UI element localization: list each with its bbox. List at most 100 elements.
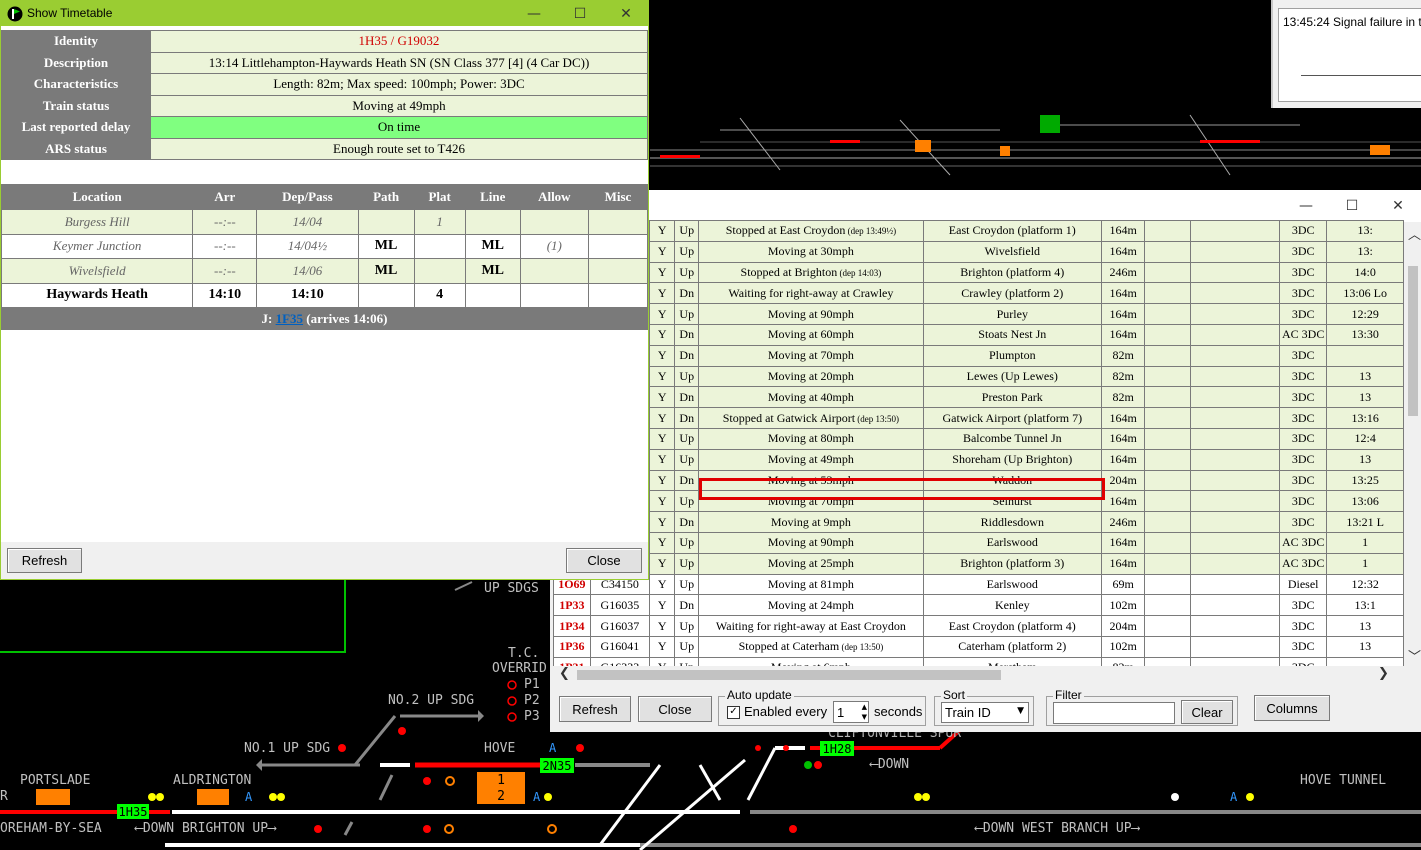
stop-path: ML [357,233,415,259]
scroll-down-arrow-icon[interactable]: ﹀ [1408,646,1421,665]
timetable-refresh-button[interactable]: Refresh [7,548,82,573]
vertical-scroll-thumb[interactable] [1408,266,1418,416]
description-row: Description 13:14 Littlehampton-Haywards… [1,51,648,74]
train-list-close-button[interactable]: ✕ [1375,190,1421,222]
train-list-refresh-button[interactable]: Refresh [559,696,631,722]
train-status-cell: Moving at 9mph [698,511,924,533]
train-uid-cell: G16037 [589,615,650,637]
table-row[interactable]: 1P33 G16035 Y Dn Moving at 24mph Kenley 102m 3D… [553,594,1404,617]
train-list-vertical-scrollbar[interactable]: ︿ ﹀ [1405,222,1421,666]
table-row[interactable]: Y Dn Moving at 40mph Preston Park 82m 3DC 13 [553,386,1404,409]
empty-cell [1190,240,1280,263]
auto-update-checkbox[interactable]: ✓ [727,706,740,719]
timetable-titlebar[interactable]: Show Timetable — ☐ ✕ [1,1,648,26]
train-list-close-button-bottom[interactable]: Close [638,696,712,722]
empty-cell [1190,386,1280,409]
columns-button[interactable]: Columns [1254,695,1330,721]
stop-misc [587,258,649,284]
table-row[interactable]: Y Dn Moving at 60mph Stoats Nest Jn 164m AC 3… [553,323,1404,346]
auto-update-legend: Auto update [725,688,794,702]
train-dir-cell: Up [674,573,700,596]
train-ars-cell: Y [648,386,676,409]
scroll-right-arrow-icon[interactable]: ❯ [1378,666,1389,681]
table-row[interactable]: Y Dn Stopped at Gatwick Airport (dep 13:50… [553,407,1404,429]
table-row[interactable]: Y Dn Moving at 9mph Riddlesdown 246m 3DC 13:21… [553,511,1404,533]
down-direction-label: ⟵DOWN [870,757,910,772]
train-ars-cell: Y [648,407,676,429]
status-text: Moving at 20mph [767,368,854,383]
empty-cell [1190,427,1280,450]
train-len-cell: 164m [1100,531,1146,554]
train-time-cell: 13:06 [1326,490,1404,513]
table-row[interactable]: Y Up Stopped at Brighton (dep 14:03) Bright… [553,261,1404,284]
timetable-close-button[interactable]: ✕ [603,1,649,26]
stop-line: ML [464,233,521,259]
table-row[interactable]: Y Up Moving at 30mph Wivelsfield 164m 3DC 13: [553,240,1404,263]
train-time-cell: 13:06 Lo [1326,282,1404,305]
table-row[interactable]: Y Up Moving at 90mph Purley 164m 3DC 12:29 [553,303,1404,325]
aldrington-platform [197,789,229,805]
train-list-window[interactable]: — ☐ ✕ Y Up Stopped at East Croydon (dep 13… [550,190,1421,732]
train-power-cell: 3DC [1278,365,1328,388]
train-list-horizontal-scrollbar[interactable]: ❮ ❯ [553,666,1404,684]
chevron-down-icon[interactable]: ▼ [1017,706,1024,716]
filter-legend: Filter [1053,688,1084,702]
message-text: 13:45:24 Signal failure in t [1283,15,1421,29]
empty-cell [1144,344,1192,367]
train-status-cell: Moving at 70mph [698,490,924,513]
sort-select[interactable]: Train ID ▼ [941,702,1029,723]
stop-path [357,282,415,308]
table-row[interactable]: Y Dn Moving at 70mph Plumpton 82m 3DC [553,344,1404,367]
train-list-maximize-button[interactable]: ☐ [1329,190,1375,222]
train-time-cell: 13 [1326,635,1404,658]
scroll-up-arrow-icon[interactable]: ︿ [1408,224,1421,243]
message-log[interactable]: 13:45:24 Signal failure in t [1278,8,1421,102]
train-id-cell: 1P33 [553,594,591,617]
empty-cell [1190,220,1280,242]
train-loc-cell: Wivelsfield [922,240,1102,263]
scroll-left-arrow-icon[interactable]: ❮ [559,666,570,681]
table-row[interactable]: 1P34 G16037 Y Up Waiting for right-away at E… [553,615,1404,637]
train-list-titlebar[interactable]: — ☐ ✕ [550,190,1421,222]
horizontal-scroll-thumb[interactable] [577,670,1001,680]
table-row[interactable]: 1O69 C34150 Y Up Moving at 81mph Earlswood 69m… [553,573,1404,596]
train-dir-cell: Dn [674,344,700,367]
timetable-close-button-bottom[interactable]: Close [566,548,642,573]
table-row[interactable]: Y Up Stopped at East Croydon (dep 13:49½) E… [553,220,1404,242]
join-train-link[interactable]: 1F35 [276,311,303,326]
train-list-grid[interactable]: Y Up Stopped at East Croydon (dep 13:49½) E… [553,220,1404,666]
train-id-cell: 1P34 [553,615,591,637]
table-row[interactable]: Y Up Moving at 80mph Balcombe Tunnel Jn 164m… [553,427,1404,450]
empty-cell [1144,531,1192,554]
status-text: Moving at 9mph [770,514,851,529]
table-row[interactable]: Y Up Moving at 20mph Lewes (Up Lewes) 82m 3DC… [553,365,1404,388]
stepper-arrows-icon[interactable]: ▲ ▼ [862,702,867,722]
table-row[interactable]: Y Dn Moving at 53mph Waddon 204m 3DC 13:25 [553,469,1404,492]
message-window[interactable]: 13:45:24 Signal failure in t [1271,0,1421,108]
table-row[interactable]: 1P31G16333YUpMoving at 6mphMerstham82m 3D… [553,656,1404,666]
train-len-cell: 69m [1100,573,1146,596]
train-status-cell: Moving at 90mph [698,531,924,554]
berth-1h28-label: 1H28 [822,742,852,756]
table-row[interactable]: Y Up Moving at 49mph Shoreham (Up Brighton)… [553,448,1404,471]
train-power-cell: AC 3DC [1278,531,1328,554]
train-list-minimize-button[interactable]: — [1283,190,1329,222]
train-status-cell: Stopped at East Croydon (dep 13:49½) [698,220,924,242]
timetable-minimize-button[interactable]: — [511,1,557,26]
stop-dep: 14/04½ [256,233,359,259]
table-row[interactable]: Y Up Moving at 90mph Earlswood 164m AC 3DC 1 [553,531,1404,554]
table-row[interactable]: Y Dn Waiting for right-away at Crawley Craw… [553,282,1404,305]
show-timetable-window[interactable]: Show Timetable — ☐ ✕ Identity 1H35 / G19… [0,0,649,580]
train-status-cell: Stopped at Gatwick Airport (dep 13:50) [698,407,924,429]
table-row[interactable]: Y Up Moving at 70mph Selhurst 164m 3DC 13:06 [553,490,1404,513]
stop-location: Burgess Hill [0,209,194,235]
stop-line: ML [464,258,521,284]
stop-location: Wivelsfield [0,258,194,284]
table-row[interactable]: Y Up Moving at 25mph Brighton (platform 3) 1… [553,552,1404,575]
filter-clear-button[interactable]: Clear [1181,700,1233,724]
sort-selected-value: Train ID [945,705,991,720]
table-row[interactable]: 1P36 G16041 Y Up Stopped at Caterham (dep 13… [553,635,1404,658]
timetable-maximize-button[interactable]: ☐ [557,1,603,26]
update-interval-stepper[interactable]: 1 ▲ ▼ [833,701,869,723]
filter-input[interactable] [1053,702,1175,724]
